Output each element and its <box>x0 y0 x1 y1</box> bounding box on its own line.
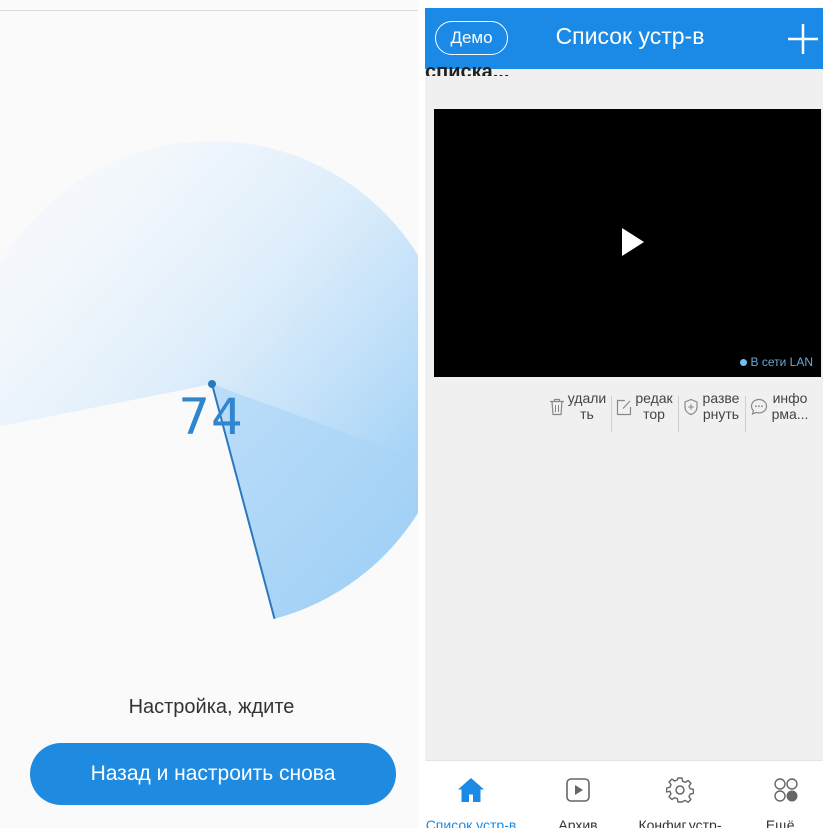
device-actions: удали ть редак тор разве рнуть инфо рма.… <box>545 390 823 440</box>
setup-screen: 74 Настройка, ждите Назад и настроить сн… <box>0 0 418 828</box>
bottom-nav: Список устр-в Архив Конфиг.устр- Ещё... <box>425 760 823 828</box>
status-text: Настройка, ждите <box>128 696 295 718</box>
message-icon <box>750 398 768 416</box>
edit-button[interactable]: редак тор <box>612 390 678 440</box>
progress-value: 74 <box>178 388 244 446</box>
lan-status-text: В сети LAN <box>750 355 814 369</box>
page-title: Список устр-в <box>555 23 705 49</box>
nav-device-config[interactable]: Конфиг.устр- <box>625 761 735 828</box>
deploy-label: разве рнуть <box>702 390 740 422</box>
radar-center-dot <box>208 380 216 388</box>
gear-icon <box>666 777 694 803</box>
nav-archive-label: Архив <box>558 817 598 828</box>
nav-device-config-label: Конфиг.устр- <box>638 817 722 828</box>
info-label: инфо рма... <box>771 390 809 422</box>
delete-button[interactable]: удали ть <box>545 390 611 440</box>
delete-label: удали ть <box>567 390 607 422</box>
nav-device-list-label: Список устр-в <box>425 817 517 828</box>
more-dots-icon <box>774 778 798 802</box>
play-icon[interactable] <box>620 226 646 258</box>
demo-button[interactable]: Демо <box>435 21 508 55</box>
add-device-button[interactable] <box>783 16 823 60</box>
home-icon <box>458 778 484 802</box>
edit-label: редак тор <box>635 390 673 422</box>
deploy-button[interactable]: разве рнуть <box>679 390 745 440</box>
nav-device-list[interactable]: Список устр-в <box>425 761 517 828</box>
retry-setup-button[interactable]: Назад и настроить снова <box>30 743 396 805</box>
nav-more-label: Ещё... <box>765 817 807 828</box>
online-dot <box>739 358 747 366</box>
play-square-icon <box>566 778 590 802</box>
lan-status: В сети LAN <box>739 355 814 369</box>
list-title-fragment: списка... <box>425 62 510 76</box>
nav-more[interactable]: Ещё... <box>751 761 821 828</box>
plus-icon <box>788 24 818 54</box>
device-list-screen: Демо Список устр-в списка... В сети LAN … <box>425 8 823 828</box>
device-video-tile[interactable]: В сети LAN <box>434 109 821 377</box>
shield-icon <box>684 398 698 416</box>
edit-icon <box>616 399 632 416</box>
info-button[interactable]: инфо рма... <box>746 390 814 440</box>
app-header: Демо Список устр-в <box>425 8 823 69</box>
trash-icon <box>550 398 564 416</box>
nav-archive[interactable]: Архив <box>543 761 613 828</box>
